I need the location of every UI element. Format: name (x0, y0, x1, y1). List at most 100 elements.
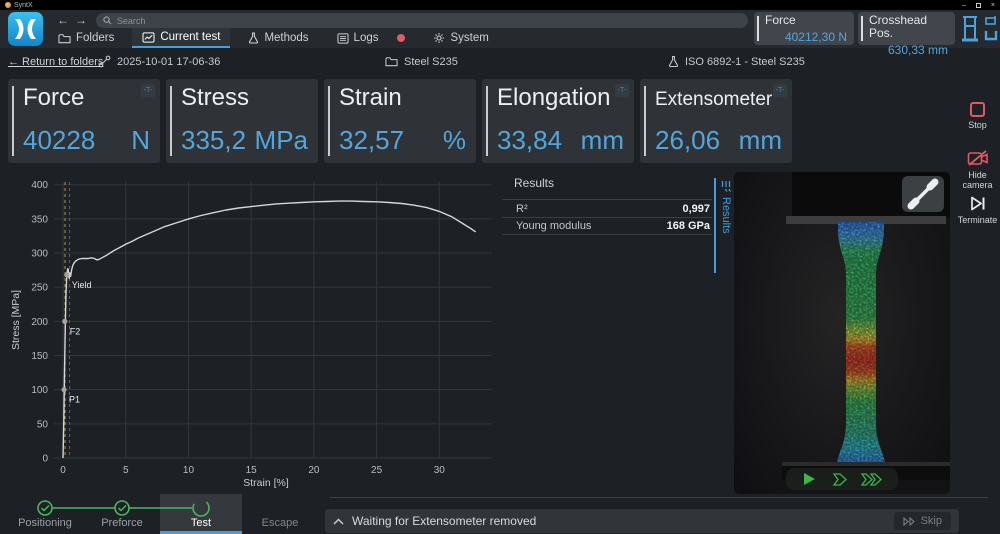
flask-icon (668, 55, 679, 68)
metric-unit: mm (739, 125, 782, 156)
step-label-positioning[interactable]: Positioning (18, 517, 72, 529)
header: ← → Folders Current test Methods (0, 10, 1000, 48)
terminate-button[interactable]: Terminate (955, 195, 1000, 225)
tab-folders[interactable]: Folders (48, 28, 124, 48)
tab-current-test[interactable]: Current test (132, 28, 230, 48)
metric-unit: mm (581, 125, 624, 156)
flask-icon (248, 32, 259, 44)
step-done-circle (38, 501, 52, 515)
stress-strain-curve (63, 201, 476, 458)
metric-label: Strain (339, 84, 402, 112)
specimen-speckle-texture (829, 217, 894, 477)
tab-logs[interactable]: Logs (327, 28, 416, 48)
tab-system[interactable]: System (423, 28, 498, 48)
hide-camera-button[interactable]: Hide camera (955, 150, 1000, 190)
live-metric-cards: -T- Force 40228N -T- Stress 335,2MPa -T-… (8, 79, 792, 163)
force-panel-label: Force (762, 14, 847, 27)
stop-button[interactable]: Stop (955, 102, 1000, 130)
skip-icon (903, 517, 916, 526)
step-label-test[interactable]: Test (191, 517, 211, 529)
metric-card-elongation: -T- Elongation 33,84mm (482, 79, 634, 163)
result-row: Young modulus 168 GPa (502, 217, 712, 235)
metric-unit: N (131, 125, 150, 156)
logo-x-icon (8, 12, 43, 46)
search-bar[interactable] (96, 13, 748, 28)
y-tick-label: 300 (31, 249, 48, 260)
back-arrow-icon[interactable]: ← (57, 13, 69, 27)
grips-control-icon[interactable] (983, 14, 999, 44)
app-icon (5, 2, 11, 8)
check-icon (119, 506, 127, 511)
metric-label: Force (23, 84, 84, 112)
metric-label: Stress (181, 84, 249, 112)
stress-strain-chart[interactable]: 050100150200250300350400051015202530Yiel… (8, 172, 500, 492)
metric-label: Elongation (497, 84, 610, 112)
tare-icon[interactable]: -T- (773, 84, 787, 97)
link-chain-icon (98, 55, 111, 68)
camera-off-icon (967, 150, 989, 167)
check-icon (42, 506, 50, 511)
forward-arrow-icon[interactable]: → (75, 13, 87, 27)
tab-label: Methods (264, 32, 308, 44)
close-icon[interactable]: × (991, 2, 995, 9)
chart-icon (142, 32, 155, 43)
skip-button[interactable]: Skip (894, 512, 951, 530)
results-list-icon (720, 180, 732, 192)
tab-methods[interactable]: Methods (238, 28, 318, 48)
maximize-icon[interactable] (976, 3, 981, 8)
notification-dot (397, 34, 405, 42)
results-dock-tab[interactable]: Results (714, 178, 736, 273)
metric-unit: % (443, 125, 466, 156)
return-to-folders-link[interactable]: ← Return to folders (8, 48, 103, 75)
result-value: 0,997 (682, 203, 710, 215)
x-tick-label: 5 (123, 465, 129, 476)
tab-label: System (450, 32, 488, 44)
infobar: ← Return to folders 2025-10-01 17-06-36 … (0, 48, 955, 75)
metric-card-extensometer: -T- Extensometer 26,06mm (640, 79, 792, 163)
y-tick-label: 350 (31, 214, 48, 225)
logs-icon (337, 33, 349, 44)
folder-icon (385, 56, 398, 67)
x-tick-label: 30 (434, 465, 446, 476)
stop-icon (970, 102, 985, 117)
y-tick-label: 200 (31, 317, 48, 328)
metric-value: 335,2 (181, 125, 246, 156)
y-tick-label: 50 (37, 419, 49, 430)
x-axis-label: Strain [%] (243, 477, 289, 489)
tare-icon[interactable]: -T- (615, 84, 629, 97)
step-label-preforce[interactable]: Preforce (101, 517, 143, 529)
folder-name-label: Steel S235 (404, 56, 458, 68)
test-stepper: Positioning Preforce Test Escape (0, 494, 330, 534)
crosshead-live-panel[interactable]: Crosshead Pos. 630,33 mm (858, 12, 955, 45)
x-tick-label: 10 (183, 465, 195, 476)
minimize-icon[interactable]: – (962, 2, 966, 9)
tab-bar: Folders Current test Methods Logs (48, 28, 499, 48)
marker-label-f2: F2 (70, 326, 81, 336)
method-breadcrumb[interactable]: ISO 6892-1 - Steel S235 (668, 48, 805, 75)
method-name-label: ISO 6892-1 - Steel S235 (685, 56, 805, 68)
metric-card-strain: -T- Strain 32,57% (324, 79, 476, 163)
terminate-label: Terminate (958, 215, 998, 225)
force-live-panel[interactable]: Force 40212,30 N (754, 12, 854, 45)
tab-label: Folders (76, 32, 114, 44)
step-active-spinner (193, 500, 209, 516)
timestamp-label: 2025-10-01 17-06-36 (117, 56, 220, 68)
app-logo[interactable] (8, 12, 43, 46)
step-label-escape[interactable]: Escape (262, 517, 299, 529)
x-tick-label: 20 (308, 465, 320, 476)
window-titlebar: SyntX – × (0, 0, 1000, 10)
metric-value: 26,06 (655, 125, 720, 156)
results-panel: Results R² 0,997 Young modulus 168 GPa (502, 176, 712, 235)
crosshead-panel-label: Crosshead Pos. (866, 14, 948, 40)
step-done-circle (115, 501, 129, 515)
y-tick-label: 250 (31, 283, 48, 294)
chevron-up-icon[interactable] (333, 518, 344, 525)
marker-label-p1: P1 (69, 395, 80, 405)
y-tick-label: 100 (31, 385, 48, 396)
skip-to-end-icon (969, 195, 987, 212)
search-icon (103, 16, 112, 25)
tare-icon[interactable]: -T- (141, 84, 155, 97)
search-input[interactable] (117, 16, 741, 26)
machine-frame-icon[interactable] (961, 14, 979, 44)
folder-breadcrumb[interactable]: Steel S235 (385, 48, 458, 75)
